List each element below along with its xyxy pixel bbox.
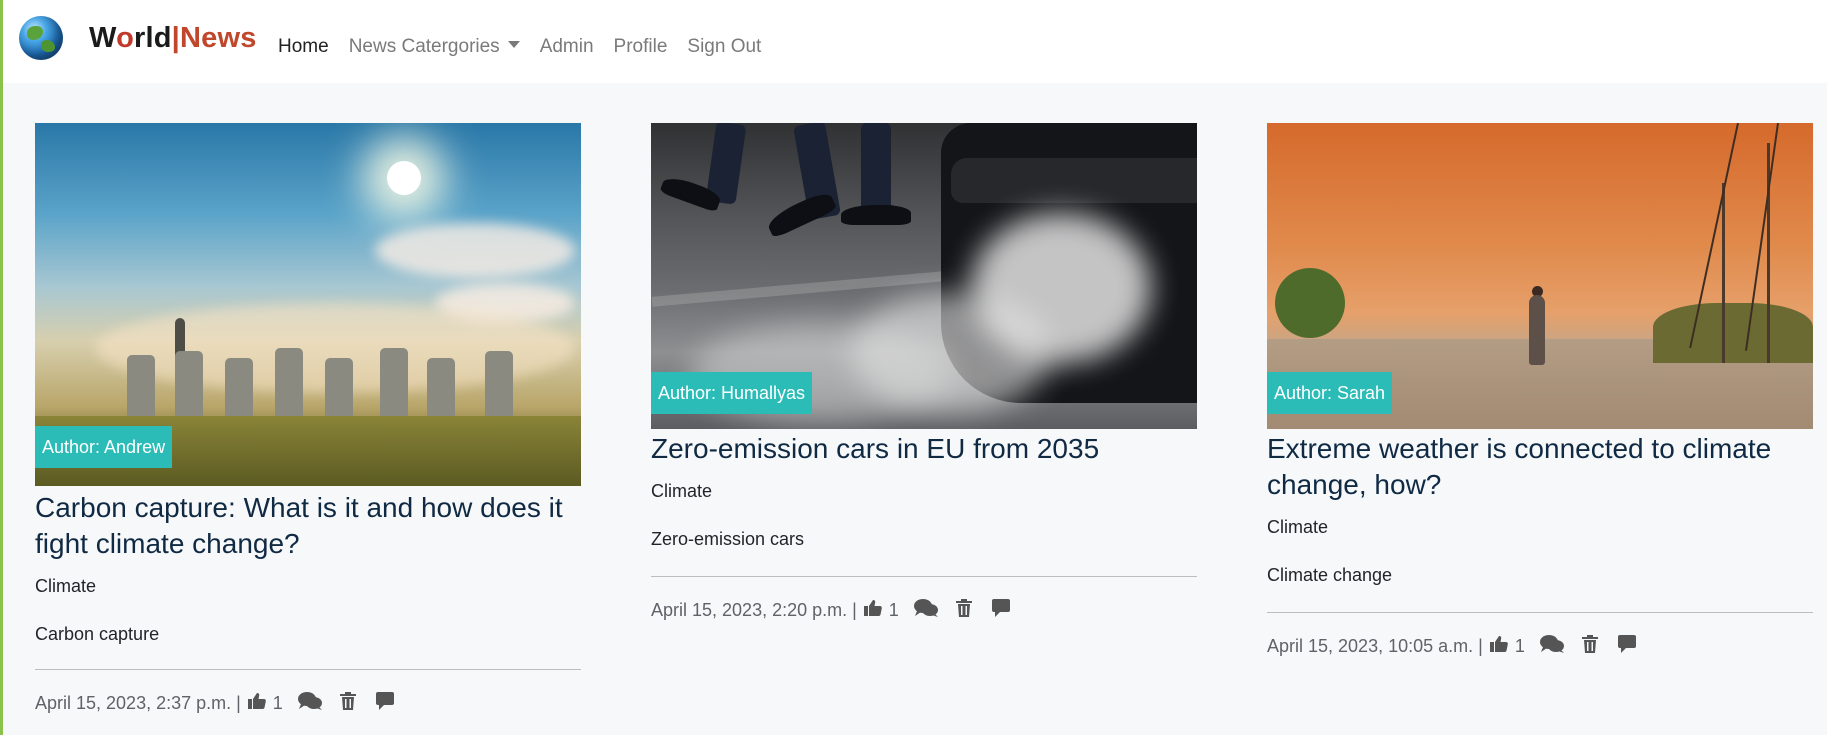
article-date: April 15, 2023, 2:37 p.m. | <box>35 693 241 713</box>
article-image-dust-storm[interactable]: Author: Sarah <box>1267 123 1813 429</box>
article-category: Climate <box>35 576 97 596</box>
article-tag: Carbon capture <box>35 624 160 644</box>
top-navbar: World|News Home News Catergories Admin P… <box>3 0 1827 83</box>
comment-icon[interactable] <box>375 691 395 716</box>
nav-categories-dropdown[interactable]: News Catergories <box>349 36 520 58</box>
comment-icon[interactable] <box>991 598 1011 623</box>
article-image-power-plant[interactable]: Author: Andrew <box>35 123 581 486</box>
article-card: Author: Sarah Extreme weather is connect… <box>1267 123 1813 656</box>
article-date: April 15, 2023, 2:20 p.m. | <box>651 600 857 620</box>
thumbs-up-icon[interactable] <box>863 599 883 622</box>
article-category: Climate <box>1267 517 1329 537</box>
caret-down-icon <box>507 41 520 49</box>
divider <box>35 669 581 670</box>
article-card: Author: Humallyas Zero-emission cars in … <box>651 123 1197 620</box>
article-meta: April 15, 2023, 2:20 p.m. | 1 <box>651 598 1011 623</box>
like-count: 1 <box>1514 636 1525 656</box>
article-card: Author: Andrew Carbon capture: What is i… <box>35 123 581 713</box>
article-title[interactable]: Extreme weather is connected to climate … <box>1267 431 1813 503</box>
divider <box>651 576 1197 577</box>
brand-logo[interactable]: World|News <box>89 22 257 55</box>
comments-icon[interactable] <box>297 691 323 716</box>
trash-icon[interactable] <box>955 598 973 623</box>
article-date: April 15, 2023, 10:05 a.m. | <box>1267 636 1483 656</box>
nav-links: Home News Catergories Admin Profile Sign… <box>278 36 781 58</box>
author-badge: Author: Humallyas <box>651 372 813 414</box>
comments-icon[interactable] <box>913 598 939 623</box>
trash-icon[interactable] <box>1581 634 1599 659</box>
nav-home[interactable]: Home <box>278 36 329 58</box>
author-badge: Author: Sarah <box>1267 372 1393 414</box>
nav-sign-out[interactable]: Sign Out <box>687 36 761 58</box>
article-image-exhaust[interactable]: Author: Humallyas <box>651 123 1197 429</box>
article-category: Climate <box>651 481 713 501</box>
divider <box>1267 612 1813 613</box>
article-meta: April 15, 2023, 2:37 p.m. | 1 <box>35 691 395 716</box>
comment-icon[interactable] <box>1617 634 1637 659</box>
article-title[interactable]: Carbon capture: What is it and how does … <box>35 490 581 562</box>
comments-icon[interactable] <box>1539 634 1565 659</box>
trash-icon[interactable] <box>339 691 357 716</box>
article-title[interactable]: Zero-emission cars in EU from 2035 <box>651 431 1197 467</box>
article-tag: Zero-emission cars <box>651 529 805 549</box>
like-count: 1 <box>272 693 283 713</box>
thumbs-up-icon[interactable] <box>247 692 267 715</box>
globe-logo-icon[interactable] <box>19 16 63 60</box>
article-tag: Climate change <box>1267 565 1393 585</box>
like-count: 1 <box>888 600 899 620</box>
author-badge: Author: Andrew <box>35 426 173 468</box>
nav-admin[interactable]: Admin <box>540 36 594 58</box>
nav-profile[interactable]: Profile <box>614 36 668 58</box>
thumbs-up-icon[interactable] <box>1489 635 1509 658</box>
article-meta: April 15, 2023, 10:05 a.m. | 1 <box>1267 634 1637 659</box>
